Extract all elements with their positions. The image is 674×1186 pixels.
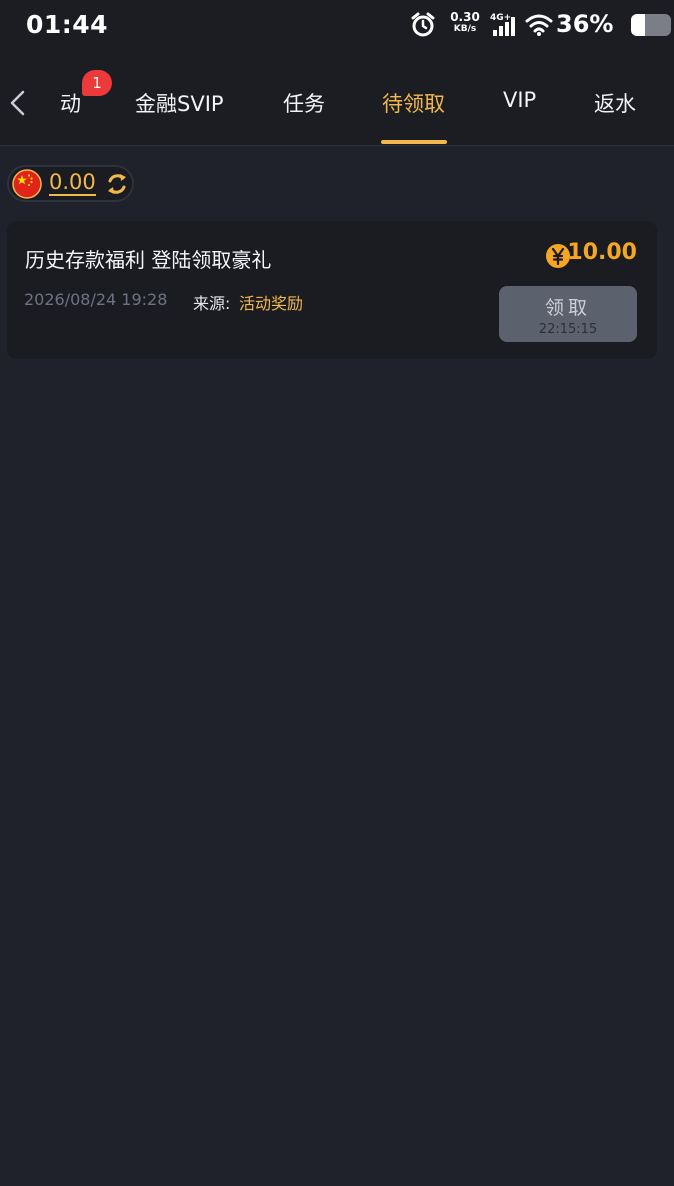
wifi-icon	[525, 13, 553, 41]
reward-amount: 10.00	[567, 240, 637, 265]
china-flag-icon	[12, 169, 42, 203]
refresh-icon[interactable]	[106, 172, 128, 200]
tab-notification-badge: 1	[82, 70, 112, 96]
battery-fill	[631, 14, 646, 36]
battery-percent: 36%	[556, 10, 614, 38]
net-speed: 0.30 KB/s	[447, 11, 483, 35]
status-bar: 01:44 0.30 KB/s 4G+ 36%	[0, 0, 674, 52]
reward-date: 2026/08/24 19:28	[24, 290, 168, 309]
battery-icon	[631, 14, 671, 36]
reward-title: 历史存款福利 登陆领取豪礼	[25, 248, 272, 272]
claim-button-label: 领取	[544, 297, 591, 319]
reward-card: 历史存款福利 登陆领取豪礼 10.00 2026/08/24 19:28 来源:…	[7, 221, 657, 359]
wallet-balance[interactable]: 0.00	[49, 170, 96, 196]
wallet-balance-pill[interactable]: 0.00	[7, 165, 134, 202]
claim-countdown: 22:15:15	[538, 322, 598, 337]
tab-vip[interactable]: VIP	[503, 88, 536, 112]
reward-source-value: 活动奖励	[239, 294, 304, 313]
tabs-bar: 动 1 金融SVIP 任务 待领取 VIP 返水	[0, 62, 674, 146]
reward-source-label: 来源:	[193, 294, 231, 313]
alarm-icon	[410, 12, 436, 42]
signal-icon: 4G+	[490, 12, 520, 42]
net-speed-value: 0.30	[450, 10, 480, 24]
header-divider	[0, 145, 674, 146]
tab-tasks[interactable]: 任务	[283, 88, 325, 118]
tab-finance-svip[interactable]: 金融SVIP	[135, 88, 224, 118]
net-speed-unit: KB/s	[453, 24, 477, 34]
active-tab-indicator	[381, 140, 447, 144]
status-time: 01:44	[26, 10, 109, 39]
network-type: 4G+	[490, 13, 511, 23]
tab-activities[interactable]: 动	[60, 88, 81, 118]
tab-pending-claim[interactable]: 待领取	[382, 88, 445, 118]
tab-rebate[interactable]: 返水	[594, 88, 636, 118]
claim-button[interactable]: 领取 22:15:15	[499, 286, 637, 342]
back-arrow-icon[interactable]	[6, 88, 30, 118]
